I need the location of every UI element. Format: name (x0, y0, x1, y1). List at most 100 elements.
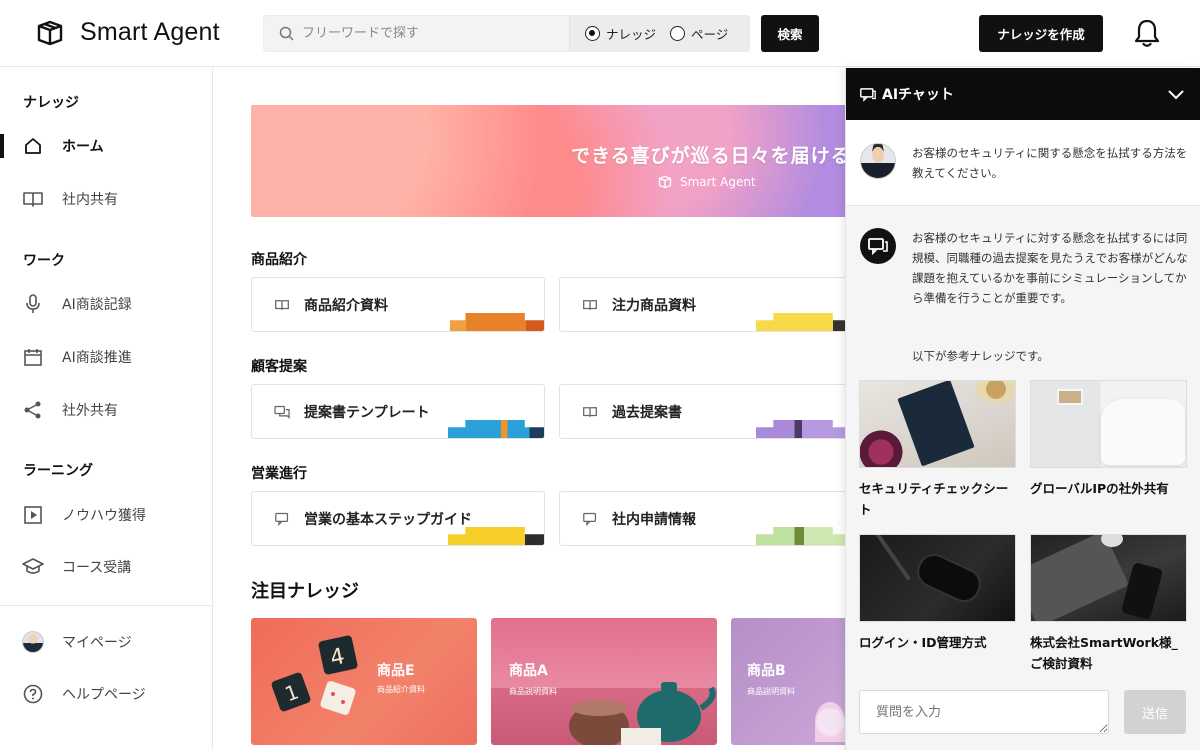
book-icon (275, 299, 289, 310)
card-label: 注力商品資料 (612, 297, 696, 314)
laptop-illustration (1031, 535, 1129, 621)
radio-selected-icon (585, 26, 600, 41)
flower-illustration (860, 429, 908, 467)
sidebar-item-label: ノウハウ獲得 (62, 508, 146, 524)
featured-card[interactable]: 商品A 商品説明資料 (491, 618, 717, 745)
calendar-icon (22, 346, 44, 368)
card-thumbnail (756, 527, 845, 545)
help-icon (22, 683, 44, 705)
chat-header[interactable]: AIチャット (846, 68, 1200, 120)
card-label: 商品紹介資料 (304, 297, 388, 314)
top-header: Smart Agent ナレッジ ページ 検索 ナレッジを作成 (0, 0, 1200, 67)
sidebar-item-course[interactable]: コース受講 (0, 549, 212, 585)
reference-card[interactable]: ログイン・ID管理方式 (859, 534, 1016, 653)
banner-brand-text: Smart Agent (680, 175, 756, 189)
featured-card-title: 商品B (747, 663, 786, 679)
ai-bot-avatar (860, 228, 896, 264)
microphone-icon (22, 293, 44, 315)
knowledge-card[interactable]: 提案書テンプレート (251, 384, 545, 439)
user-message-text: お客様のセキュリティに関する懸念を払拭する方法を教えてください。 (912, 146, 1188, 180)
reference-thumbnail (1030, 380, 1187, 468)
chat-bubbles-icon (274, 405, 290, 419)
graduation-cap-icon (22, 556, 44, 578)
card-label: 営業の基本ステップガイド (304, 511, 472, 528)
featured-section-title: 注目ナレッジ (251, 581, 359, 602)
chat-title: AIチャット (882, 87, 954, 103)
search-button[interactable]: 検索 (761, 15, 819, 52)
search-input[interactable] (302, 26, 562, 41)
featured-card-title: 商品E (377, 663, 415, 679)
play-icon (22, 504, 44, 526)
reference-label: グローバルIPの社外共有 (1030, 481, 1169, 496)
card-thumbnail (756, 313, 845, 331)
create-knowledge-button[interactable]: ナレッジを作成 (979, 15, 1103, 52)
frame-illustration (1057, 389, 1083, 405)
book-icon (22, 188, 44, 210)
reference-label: ログイン・ID管理方式 (859, 635, 987, 650)
chat-icon (868, 238, 888, 255)
card-thumbnail (448, 420, 544, 438)
sidebar-item-ai-meeting-record[interactable]: AI商談記録 (0, 286, 212, 322)
search-bar: ナレッジ ページ (263, 15, 750, 52)
sidebar-item-label: ホーム (62, 139, 104, 155)
sidebar-item-help[interactable]: ヘルプページ (0, 676, 212, 712)
featured-card[interactable]: 1 4 商品E 商品紹介資料 (251, 618, 477, 745)
mic-arm-illustration (873, 535, 911, 581)
card-thumbnail (448, 527, 544, 545)
chat-icon (860, 87, 876, 102)
user-message: お客様のセキュリティに関する懸念を払拭する方法を教えてください。 (846, 120, 1200, 206)
sidebar-item-label: AI商談推進 (62, 350, 132, 366)
sidebar-item-home[interactable]: ホーム (0, 128, 212, 164)
bell-icon[interactable] (1132, 17, 1162, 49)
reference-card[interactable]: 株式会社SmartWork様_ご検討資料 (1030, 534, 1187, 674)
card-thumbnail (448, 313, 544, 331)
app-logo[interactable]: Smart Agent (36, 18, 220, 47)
sidebar-item-internal-share[interactable]: 社内共有 (0, 181, 212, 217)
knowledge-card[interactable]: 営業の基本ステップガイド (251, 491, 545, 546)
sidebar-item-label: 社外共有 (62, 403, 118, 419)
search-scope-radio-group: ナレッジ ページ (569, 16, 750, 51)
sidebar-item-external-share[interactable]: 社外共有 (0, 392, 212, 428)
book-illustration (897, 381, 975, 467)
radio-unselected-icon (670, 26, 686, 41)
mouse-illustration (1101, 535, 1123, 547)
sidebar-item-label: コース受講 (62, 560, 132, 576)
reference-thumbnail (859, 534, 1016, 622)
box-logo-icon (658, 175, 672, 189)
hero-banner[interactable]: できる喜びが巡る日々を届ける Smart Agent (251, 105, 845, 217)
reference-card[interactable]: セキュリティチェックシート (859, 380, 1016, 520)
bot-message-text: お客様のセキュリティに対する懸念を払拭するには同規模、同職種の過去提案を見たうえ… (912, 231, 1188, 305)
sidebar: ナレッジ ホーム 社内共有 ワーク AI商談記録 AI商談推進 社外共有 ラーニ… (0, 68, 213, 750)
microphone-illustration (914, 551, 984, 605)
sidebar-item-knowhow[interactable]: ノウハウ獲得 (0, 497, 212, 533)
chat-question-input[interactable] (859, 690, 1109, 734)
featured-card-subtitle: 商品紹介資料 (377, 685, 425, 694)
chevron-down-icon[interactable] (1167, 85, 1185, 103)
section-title-learning: ラーニング (23, 463, 93, 479)
sidebar-item-mypage[interactable]: マイページ (0, 624, 212, 660)
ai-chat-panel: AIチャット お客様のセキュリティに関する懸念を払拭する方法を教えてください。 … (845, 68, 1200, 750)
dice-illustration: 1 4 (271, 635, 358, 715)
banner-headline: できる喜びが巡る日々を届ける (571, 145, 845, 167)
send-button[interactable]: 送信 (1124, 690, 1186, 734)
chat-icon (275, 512, 289, 526)
sidebar-item-label: AI商談記録 (62, 297, 132, 313)
radio-knowledge-label: ナレッジ (606, 27, 657, 42)
knowledge-card[interactable]: 社内申請情報 (559, 491, 845, 546)
radio-page[interactable]: ページ (670, 24, 728, 43)
book-icon (583, 299, 597, 310)
knowledge-card[interactable]: 注力商品資料 (559, 277, 845, 332)
app-name: Smart Agent (80, 18, 220, 46)
teapot-illustration (569, 682, 716, 745)
chat-icon (583, 512, 597, 526)
card-label: 社内申請情報 (612, 511, 696, 528)
reference-thumbnail (859, 380, 1016, 468)
bot-reference-intro: 以下が参考ナレッジです。 (912, 349, 1049, 363)
radio-knowledge[interactable]: ナレッジ (585, 24, 656, 43)
sidebar-item-ai-meeting-promo[interactable]: AI商談推進 (0, 339, 212, 375)
reference-card[interactable]: グローバルIPの社外共有 (1030, 380, 1187, 499)
main-content: できる喜びが巡る日々を届ける Smart Agent 商品紹介 商品紹介資料 注… (213, 68, 845, 750)
knowledge-card[interactable]: 商品紹介資料 (251, 277, 545, 332)
knowledge-card[interactable]: 過去提案書 (559, 384, 845, 439)
featured-card[interactable]: 商品B 商品説明資料 (731, 618, 845, 745)
